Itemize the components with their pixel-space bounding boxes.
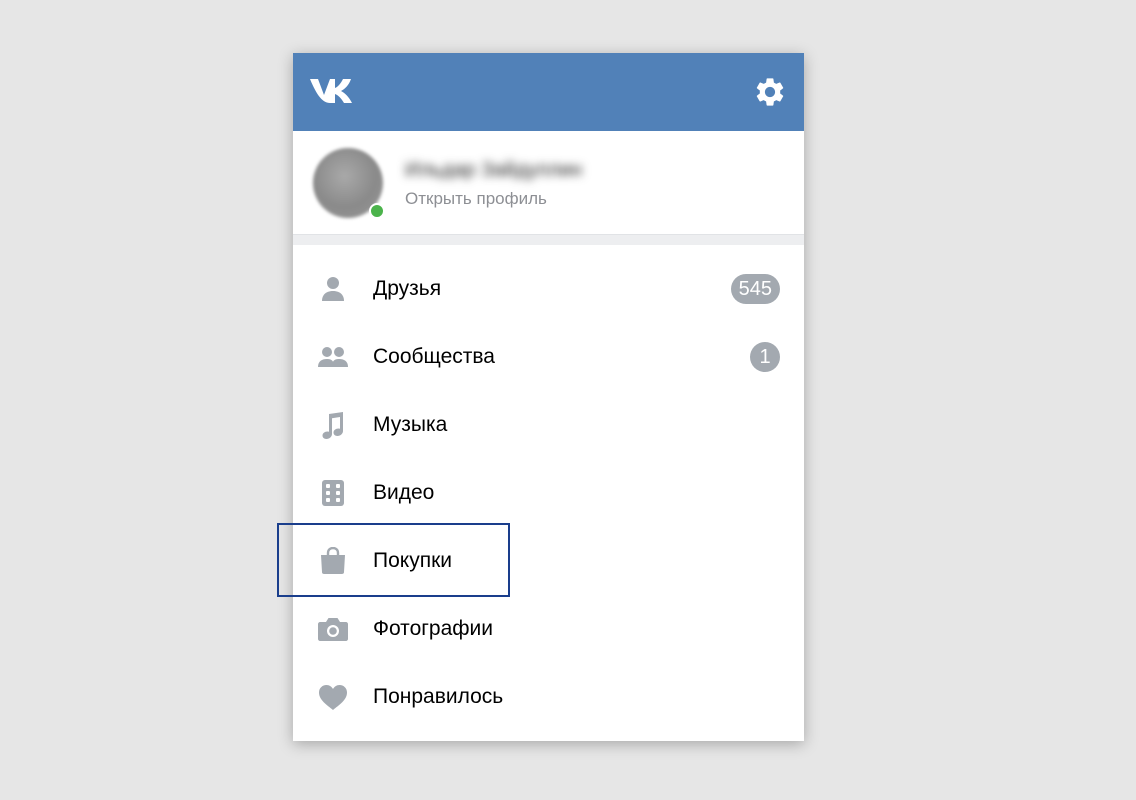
section-divider xyxy=(293,234,804,245)
menu-item-label: Понравилось xyxy=(373,685,504,708)
menu-item-purchases[interactable]: Покупки xyxy=(293,527,804,595)
menu-item-label: Друзья xyxy=(373,277,442,300)
menu-item-liked[interactable]: Понравилось xyxy=(293,663,804,731)
profile-block[interactable]: Ильдар Зайдуллин Открыть профиль xyxy=(293,131,804,234)
person-icon xyxy=(322,277,344,301)
menu-item-label: Музыка xyxy=(373,413,448,436)
gear-icon[interactable] xyxy=(753,75,787,109)
film-icon xyxy=(322,480,344,506)
menu-item-label: Покупки xyxy=(373,549,452,572)
menu-item-photos[interactable]: Фотографии xyxy=(293,595,804,663)
heart-icon xyxy=(319,685,347,710)
menu-item-label: Фотографии xyxy=(373,617,494,640)
menu-list: Друзья 545 Сообщества 1 Музыка Видео Пок… xyxy=(293,255,804,731)
music-note-icon xyxy=(322,412,343,439)
vk-logo-icon[interactable] xyxy=(310,77,356,105)
menu-item-friends[interactable]: Друзья 545 xyxy=(293,255,804,323)
camera-icon xyxy=(318,618,348,641)
profile-name: Ильдар Зайдуллин xyxy=(405,159,583,181)
menu-item-label: Сообщества xyxy=(373,345,495,368)
friends-count-badge: 545 xyxy=(730,274,780,304)
shopping-bag-icon xyxy=(321,547,345,574)
menu-item-video[interactable]: Видео xyxy=(293,459,804,527)
app-header xyxy=(293,53,804,131)
group-icon xyxy=(318,347,348,367)
menu-item-label: Видео xyxy=(373,481,435,504)
side-menu-panel: Ильдар Зайдуллин Открыть профиль Друзья … xyxy=(293,53,804,741)
communities-count-badge: 1 xyxy=(750,342,780,372)
menu-item-communities[interactable]: Сообщества 1 xyxy=(293,323,804,391)
open-profile-link[interactable]: Открыть профиль xyxy=(405,189,547,209)
online-indicator xyxy=(369,203,385,219)
menu-item-music[interactable]: Музыка xyxy=(293,391,804,459)
